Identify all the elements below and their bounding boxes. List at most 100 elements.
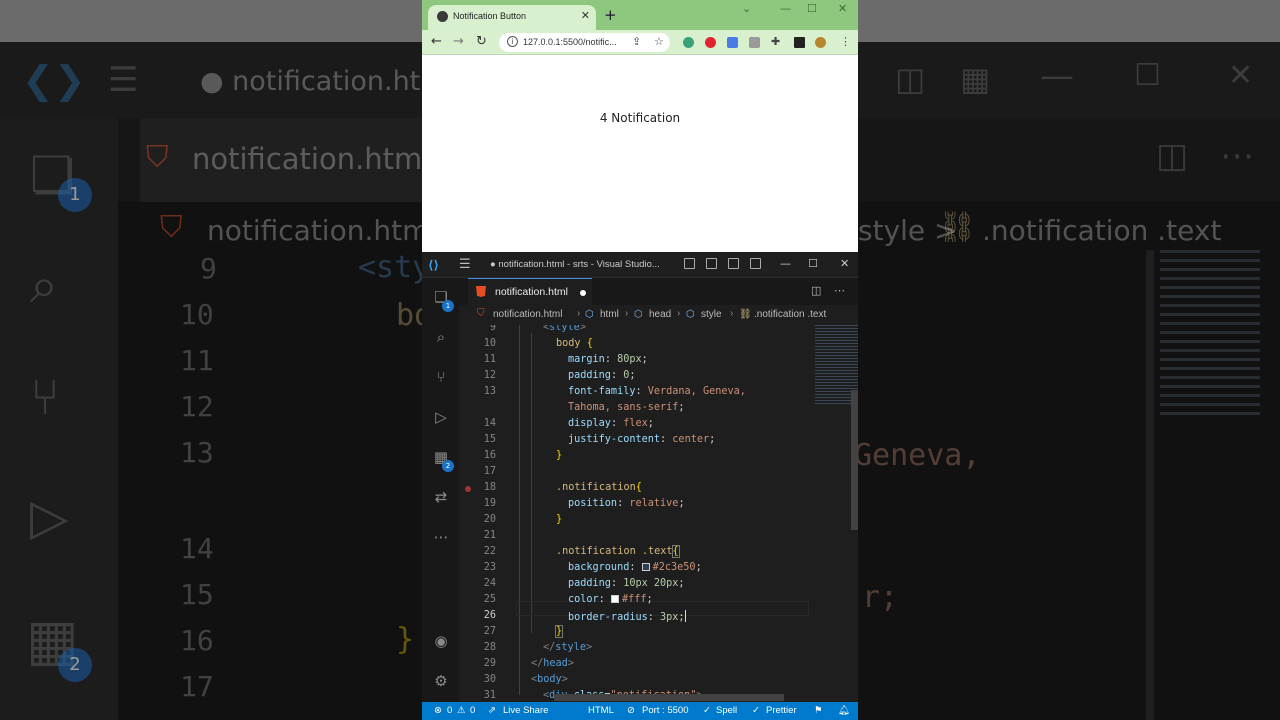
toggle-sidebar-icon[interactable] xyxy=(684,258,695,269)
layout-icon: ◫ xyxy=(895,60,926,98)
minimize-icon[interactable]: — xyxy=(780,257,791,270)
remote-icon[interactable]: ⇄ xyxy=(431,488,451,508)
unsaved-dot-icon[interactable] xyxy=(580,290,586,296)
account-icon[interactable]: ◉ xyxy=(431,632,451,652)
toggle-panel-icon[interactable] xyxy=(706,258,717,269)
bell-icon[interactable]: 🔔︎ xyxy=(838,705,850,716)
more-actions-icon[interactable]: ⋯ xyxy=(834,284,845,297)
live-share-icon[interactable]: ⇗ xyxy=(488,705,496,716)
spell-status[interactable]: Spell xyxy=(716,705,737,716)
tag-bracket: > xyxy=(579,325,586,333)
forward-icon[interactable]: → xyxy=(453,34,464,49)
check-icon[interactable]: ✓ xyxy=(752,705,760,716)
selector-icon: ⛓ xyxy=(938,210,977,245)
code-line: margin: 80px; xyxy=(568,354,648,365)
url-text[interactable]: 127.0.0.1:5500/notific... xyxy=(523,37,617,47)
language-mode[interactable]: HTML xyxy=(588,705,614,716)
code-editor[interactable]: 9 10 11 12 13 14 15 16 17 18 19 20 21 22… xyxy=(459,325,858,702)
warnings-count[interactable]: 0 xyxy=(470,705,475,716)
sidebar-icon[interactable] xyxy=(794,37,805,48)
port-icon[interactable]: ⊘ xyxy=(627,705,635,716)
selector-icon: ⛓ xyxy=(739,309,752,320)
close-icon[interactable]: ✕ xyxy=(840,257,849,270)
errors-count[interactable]: 0 xyxy=(447,705,452,716)
chevron-right-icon: › xyxy=(625,308,629,319)
run-debug-icon[interactable]: ▷ xyxy=(431,408,451,428)
code-line: Tahoma, sans-serif; xyxy=(568,402,685,413)
warnings-icon[interactable]: ⚠ xyxy=(457,705,466,716)
css-property: color xyxy=(568,594,599,605)
feedback-icon[interactable]: ⚑ xyxy=(814,705,823,716)
errors-icon[interactable]: ⊗ xyxy=(434,705,442,716)
share-icon[interactable]: ⇪ xyxy=(632,35,641,48)
vertical-scrollbar[interactable] xyxy=(851,390,858,530)
tab-title: Notification Button xyxy=(453,11,527,21)
bookmark-star-icon[interactable]: ☆ xyxy=(654,35,664,48)
css-property: background xyxy=(568,562,630,573)
element-icon: ⬡ xyxy=(686,309,695,320)
back-icon[interactable]: ← xyxy=(431,34,442,49)
more-icon[interactable]: ⋯ xyxy=(431,528,451,548)
code-line: } xyxy=(556,450,562,461)
camera-icon[interactable] xyxy=(749,37,760,48)
line-number: 28 xyxy=(483,642,496,653)
toggle-secondary-sidebar-icon[interactable] xyxy=(728,258,739,269)
extension-icon[interactable] xyxy=(683,37,694,48)
new-tab-button[interactable]: + xyxy=(604,6,617,24)
browser-tab[interactable]: Notification Button ✕ xyxy=(428,5,596,30)
maximize-icon[interactable]: ☐ xyxy=(808,257,818,270)
browser-toolbar: ← → ↻ i 127.0.0.1:5500/notific... ⇪ ☆ ✚ … xyxy=(422,30,858,55)
color-swatch[interactable] xyxy=(610,595,619,603)
minimize-icon: — xyxy=(1040,56,1074,96)
tab-close-icon[interactable]: ✕ xyxy=(581,9,590,22)
breadcrumb-head[interactable]: head xyxy=(649,309,671,320)
maximize-icon[interactable]: ☐ xyxy=(807,2,817,15)
address-bar[interactable]: i 127.0.0.1:5500/notific... xyxy=(499,33,670,52)
breadcrumb-file[interactable]: notification.html xyxy=(493,309,562,320)
code-line: color: #fff; xyxy=(568,594,653,605)
css-value: 0 xyxy=(623,370,630,381)
breadcrumb-selector[interactable]: .notification .text xyxy=(754,309,826,320)
run-debug-icon: ▷ xyxy=(30,488,69,546)
source-control-icon[interactable]: ⑂ xyxy=(431,368,451,388)
line-number: 11 xyxy=(483,354,496,365)
gear-icon[interactable]: ⚙ xyxy=(431,672,451,692)
close-icon[interactable]: ✕ xyxy=(838,2,847,15)
brace: } xyxy=(556,514,563,525)
search-icon[interactable]: ⌕ xyxy=(431,328,451,348)
line-number-current: 26 xyxy=(483,610,496,621)
chevron-down-icon[interactable]: ⌄ xyxy=(742,2,751,15)
opera-icon[interactable] xyxy=(705,37,716,48)
translate-icon[interactable] xyxy=(727,37,738,48)
bg-line-number: 14 xyxy=(180,532,214,565)
puzzle-icon[interactable]: ✚ xyxy=(771,35,780,48)
check-icon[interactable]: ✓ xyxy=(703,705,711,716)
horizontal-scrollbar[interactable] xyxy=(554,694,784,701)
prettier-status[interactable]: Prettier xyxy=(766,705,797,716)
css-value: Tahoma, sans-serif xyxy=(568,402,679,413)
breadcrumb-html[interactable]: html xyxy=(600,309,619,320)
minimize-icon[interactable]: — xyxy=(780,2,791,15)
code-line: position: relative; xyxy=(568,498,685,509)
port-status[interactable]: Port : 5500 xyxy=(642,705,688,716)
color-swatch[interactable] xyxy=(641,563,650,571)
bg-code-fragment: } xyxy=(396,622,415,657)
kebab-menu-icon[interactable]: ⋮ xyxy=(840,35,851,48)
avatar[interactable] xyxy=(815,37,826,48)
live-share-button[interactable]: Live Share xyxy=(503,705,548,716)
css-value: #fff xyxy=(621,594,647,605)
css-value: Verdana, Geneva, xyxy=(647,386,746,397)
layout-grid-icon: ▦ xyxy=(960,60,991,98)
html5-icon: ⛉ xyxy=(146,140,169,175)
split-editor-icon[interactable]: ◫ xyxy=(811,284,821,297)
menu-icon[interactable]: ☰ xyxy=(459,257,471,272)
customize-layout-icon[interactable] xyxy=(750,258,761,269)
code-line-current: border-radius: 3px; xyxy=(568,610,686,623)
reload-icon[interactable]: ↻ xyxy=(476,34,487,49)
globe-icon xyxy=(437,11,448,22)
info-icon[interactable]: i xyxy=(507,36,518,47)
breadcrumb-style[interactable]: style xyxy=(701,309,722,320)
tab-notification-html[interactable]: notification.html xyxy=(468,278,592,305)
tag-name: head xyxy=(543,658,568,669)
css-value: relative xyxy=(629,498,679,509)
